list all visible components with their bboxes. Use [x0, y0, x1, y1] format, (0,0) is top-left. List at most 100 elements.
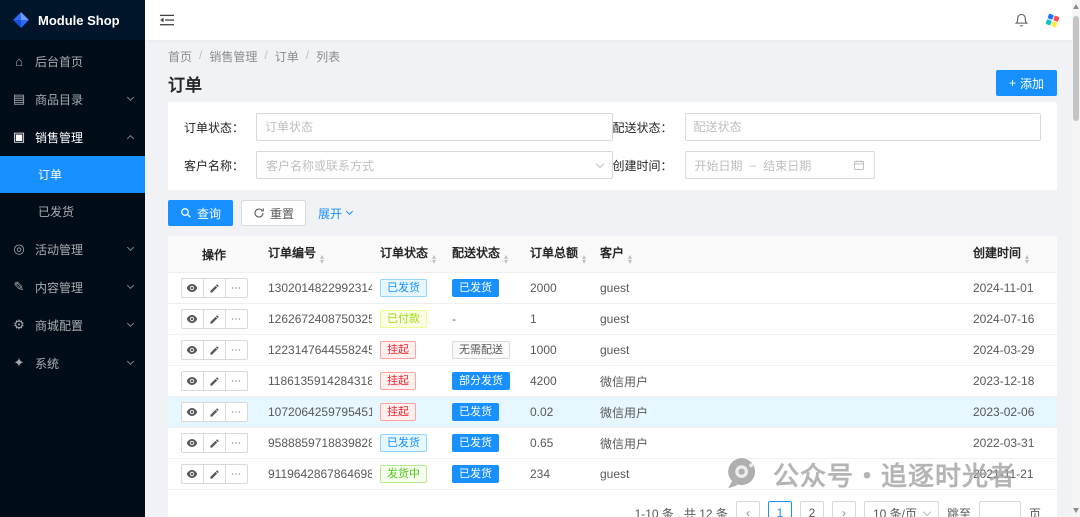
range-separator: –: [750, 158, 757, 172]
add-button-label: 添加: [1020, 75, 1044, 92]
pencil-icon: [209, 407, 220, 418]
sidebar-item-activity[interactable]: ◎活动管理: [0, 230, 145, 268]
breadcrumb-item[interactable]: 订单: [275, 48, 299, 65]
edit-order-button[interactable]: [203, 309, 226, 329]
column-header-created[interactable]: 创建时间▴▾: [965, 236, 1057, 273]
sidebar-subitem-orders[interactable]: 订单: [0, 156, 145, 193]
reset-button-label: 重置: [270, 205, 294, 222]
created-date-range-picker[interactable]: 开始日期 – 结束日期: [685, 151, 875, 179]
breadcrumb-item[interactable]: 首页: [168, 48, 192, 65]
scroll-up-arrow[interactable]: [1073, 4, 1079, 9]
column-header-total[interactable]: 订单总额▴▾: [522, 236, 592, 273]
theme-switcher-icon[interactable]: [1045, 13, 1059, 27]
ops-cell: ⋯: [168, 273, 260, 304]
delivery-status-cell: 部分发货: [444, 366, 522, 397]
table-row[interactable]: ⋯958885971883982848已发货已发货0.65微信用户2022-03…: [168, 428, 1057, 459]
sidebar-item-catalog[interactable]: ▤商品目录: [0, 80, 145, 118]
customer-cell: guest: [592, 304, 965, 335]
edit-order-button[interactable]: [203, 433, 226, 453]
more-actions-button[interactable]: ⋯: [225, 433, 248, 453]
edit-order-button[interactable]: [203, 278, 226, 298]
created-time-cell: 2022-03-31: [965, 428, 1057, 459]
edit-order-button[interactable]: [203, 340, 226, 360]
chevron-down-icon: [923, 507, 931, 515]
sidebar-item-dashboard[interactable]: ⌂后台首页: [0, 42, 145, 80]
delivery-status-input[interactable]: [685, 113, 1042, 141]
sidebar-item-sales[interactable]: ▣销售管理: [0, 118, 145, 156]
chevron-down-icon: [127, 358, 134, 365]
view-order-button[interactable]: [181, 340, 204, 360]
sidebar-item-mall-config[interactable]: ⚙商城配置: [0, 306, 145, 344]
ops-cell: ⋯: [168, 459, 260, 490]
page-size-select[interactable]: 10 条/页: [864, 501, 939, 517]
sidebar-item-content[interactable]: ✎内容管理: [0, 268, 145, 306]
sidebar-subitem-shipped[interactable]: 已发货: [0, 193, 145, 230]
scrollbar-thumb[interactable]: [1073, 16, 1079, 121]
order-status-input[interactable]: [256, 113, 613, 141]
pagination-prev-button[interactable]: ‹: [736, 501, 760, 517]
customer-name: 微信用户: [600, 375, 648, 389]
column-header-order_status[interactable]: 订单状态▴▾: [372, 236, 444, 273]
more-actions-button[interactable]: ⋯: [225, 309, 248, 329]
order-number-cell: 1302014822992314368: [260, 273, 372, 304]
expand-filters-link[interactable]: 展开: [318, 205, 352, 222]
main-area: 首页/销售管理/订单/列表 订单 + 添加 订单状态： 配送状态：: [145, 0, 1080, 517]
add-button[interactable]: + 添加: [996, 70, 1057, 96]
breadcrumb-item[interactable]: 销售管理: [209, 48, 257, 65]
column-header-delivery_status[interactable]: 配送状态▴▾: [444, 236, 522, 273]
ops-cell: ⋯: [168, 397, 260, 428]
table-row[interactable]: ⋯1262672408750325760已付款-1guest2024-07-16: [168, 304, 1057, 335]
pencil-icon: [209, 438, 220, 449]
column-header-customer[interactable]: 客户▴▾: [592, 236, 965, 273]
view-order-button[interactable]: [181, 371, 204, 391]
chevron-down-icon: [127, 282, 134, 289]
delivery-status-cell: 已发货: [444, 273, 522, 304]
plus-icon: +: [1009, 76, 1016, 90]
column-label: 配送状态: [452, 246, 500, 260]
table-row[interactable]: ⋯1186135914284318720挂起部分发货4200微信用户2023-1…: [168, 366, 1057, 397]
order-total: 0.65: [530, 436, 553, 450]
pagination-next-button[interactable]: ›: [832, 501, 856, 517]
order-number: 1302014822992314368: [268, 281, 372, 295]
app-logo[interactable]: Module Shop: [0, 0, 145, 40]
sidebar-item-system[interactable]: ✦系统: [0, 344, 145, 382]
table-row[interactable]: ⋯1223147644558245888挂起无需配送1000guest2024-…: [168, 335, 1057, 366]
scroll-down-arrow[interactable]: [1073, 508, 1079, 513]
view-order-button[interactable]: [181, 433, 204, 453]
pagination-page-1[interactable]: 1: [768, 501, 792, 517]
more-actions-button[interactable]: ⋯: [225, 402, 248, 422]
table-row[interactable]: ⋯1072064259795451904挂起已发货0.02微信用户2023-02…: [168, 397, 1057, 428]
order-number: 1186135914284318720: [268, 374, 372, 388]
view-order-button[interactable]: [181, 464, 204, 484]
edit-order-button[interactable]: [203, 464, 226, 484]
edit-order-button[interactable]: [203, 402, 226, 422]
table-row[interactable]: ⋯911964286786469888发货中已发货234guest2021-11…: [168, 459, 1057, 490]
customer-name: guest: [600, 343, 629, 357]
reset-button[interactable]: 重置: [241, 200, 306, 226]
jump-to-page-input[interactable]: [979, 501, 1021, 517]
more-actions-button[interactable]: ⋯: [225, 278, 248, 298]
notification-bell-icon[interactable]: [1014, 12, 1029, 28]
view-order-button[interactable]: [181, 309, 204, 329]
pagination-page-2[interactable]: 2: [800, 501, 824, 517]
more-actions-button[interactable]: ⋯: [225, 371, 248, 391]
column-header-order_no[interactable]: 订单编号▴▾: [260, 236, 372, 273]
view-order-button[interactable]: [181, 402, 204, 422]
jump-to-label: 跳至: [947, 505, 971, 517]
more-actions-button[interactable]: ⋯: [225, 464, 248, 484]
customer-select[interactable]: 客户名称或联系方式: [256, 151, 613, 179]
more-actions-button[interactable]: ⋯: [225, 340, 248, 360]
search-button[interactable]: 查询: [168, 200, 233, 226]
created-time-cell: 2023-12-18: [965, 366, 1057, 397]
table-row[interactable]: ⋯1302014822992314368已发货已发货2000guest2024-…: [168, 273, 1057, 304]
delivery-status-cell: 已发货: [444, 397, 522, 428]
delivery-status-cell: 已发货: [444, 428, 522, 459]
edit-order-button[interactable]: [203, 371, 226, 391]
view-order-button[interactable]: [181, 278, 204, 298]
eye-icon: [186, 376, 198, 386]
menu-collapse-icon[interactable]: [160, 14, 174, 26]
scrollbar[interactable]: [1072, 0, 1080, 517]
order-status-tag: 已发货: [380, 434, 427, 452]
sort-down-icon: ▾: [1025, 259, 1029, 264]
column-label: 创建时间: [973, 246, 1021, 260]
